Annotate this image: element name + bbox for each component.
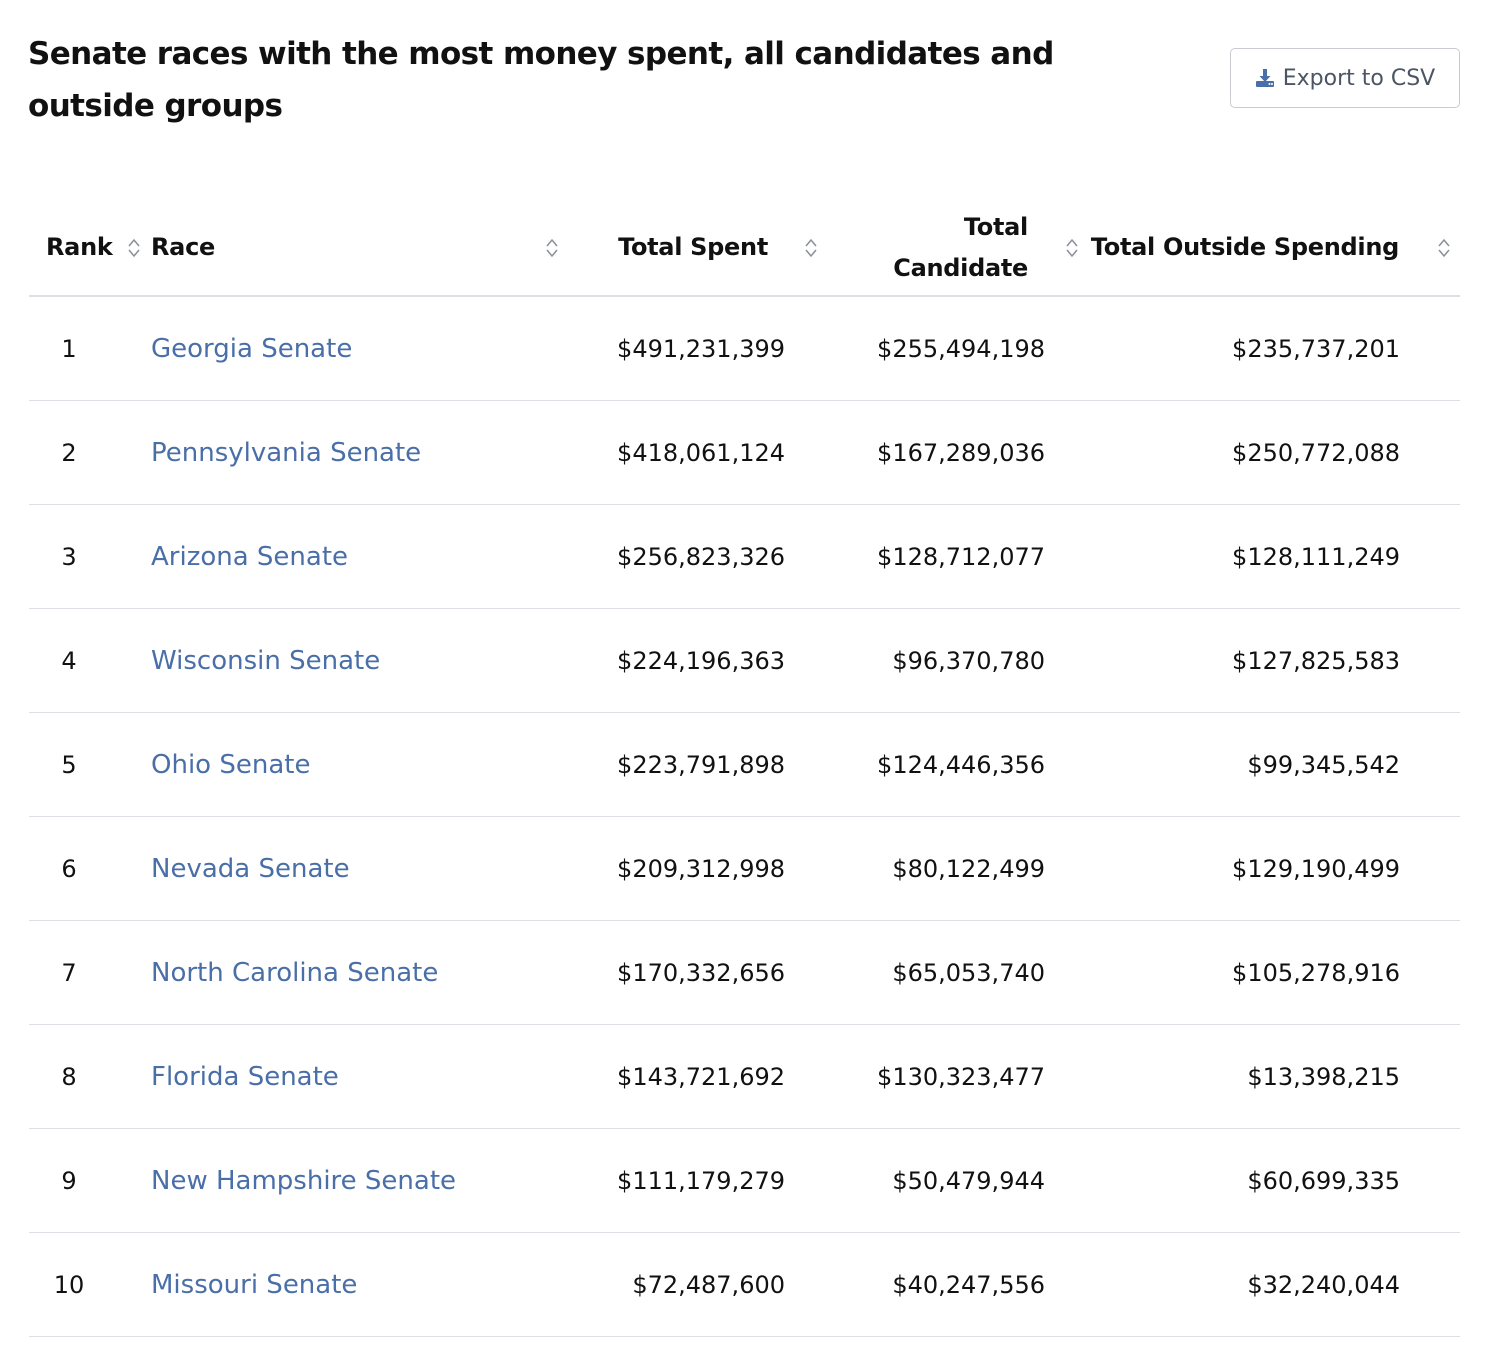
sort-icon[interactable] <box>1065 236 1079 260</box>
race-link[interactable]: Florida Senate <box>137 1062 339 1092</box>
senate-races-table: Rank Race Total Spent Total Candidate To… <box>29 200 1460 1337</box>
total-candidate-header-label: Total Candidate <box>893 207 1028 289</box>
total-outside-cell: $99,345,542 <box>1079 712 1460 817</box>
total-outside-cell: $32,240,044 <box>1079 1232 1460 1337</box>
total-spent-cell: $72,487,600 <box>560 1232 819 1337</box>
table-row: 6 Nevada Senate $209,312,998 $80,122,499… <box>29 816 1460 921</box>
total-outside-cell: $13,398,215 <box>1079 1024 1460 1129</box>
total-candidate-cell: $124,446,356 <box>819 712 1079 817</box>
download-icon <box>1255 68 1275 88</box>
total-candidate-cell: $255,494,198 <box>819 296 1079 401</box>
total-spent-cell: $224,196,363 <box>560 608 819 713</box>
total-outside-cell: $60,699,335 <box>1079 1128 1460 1233</box>
total-spent-header-label: Total Spent <box>618 233 768 261</box>
sort-icon[interactable] <box>1437 236 1451 260</box>
total-outside-cell: $129,190,499 <box>1079 816 1460 921</box>
total-candidate-column-header[interactable]: Total Candidate <box>819 200 1079 297</box>
total-candidate-cell: $167,289,036 <box>819 400 1079 505</box>
rank-cell: 4 <box>29 608 137 713</box>
race-cell: Ohio Senate <box>137 712 560 817</box>
table-row: 7 North Carolina Senate $170,332,656 $65… <box>29 920 1460 1025</box>
table-row: 1 Georgia Senate $491,231,399 $255,494,1… <box>29 296 1460 401</box>
race-cell: North Carolina Senate <box>137 920 560 1025</box>
total-candidate-cell: $130,323,477 <box>819 1024 1079 1129</box>
total-outside-cell: $235,737,201 <box>1079 296 1460 401</box>
total-spent-column-header[interactable]: Total Spent <box>560 200 819 297</box>
race-cell: Nevada Senate <box>137 816 560 921</box>
race-cell: Pennsylvania Senate <box>137 400 560 505</box>
total-spent-cell: $491,231,399 <box>560 296 819 401</box>
table-row: 5 Ohio Senate $223,791,898 $124,446,356 … <box>29 712 1460 817</box>
total-spent-cell: $170,332,656 <box>560 920 819 1025</box>
table-row: 4 Wisconsin Senate $224,196,363 $96,370,… <box>29 608 1460 713</box>
race-link[interactable]: Ohio Senate <box>137 750 310 780</box>
total-outside-cell: $128,111,249 <box>1079 504 1460 609</box>
total-candidate-cell: $40,247,556 <box>819 1232 1079 1337</box>
total-spent-cell: $418,061,124 <box>560 400 819 505</box>
race-link[interactable]: Missouri Senate <box>137 1270 357 1300</box>
race-cell: New Hampshire Senate <box>137 1128 560 1233</box>
race-cell: Arizona Senate <box>137 504 560 609</box>
total-candidate-header-line1: Total <box>963 212 1028 241</box>
table-row: 10 Missouri Senate $72,487,600 $40,247,5… <box>29 1232 1460 1337</box>
rank-cell: 3 <box>29 504 137 609</box>
table-header-row: Rank Race Total Spent Total Candidate To… <box>29 200 1460 297</box>
race-link[interactable]: Arizona Senate <box>137 542 348 572</box>
table-row: 9 New Hampshire Senate $111,179,279 $50,… <box>29 1128 1460 1233</box>
total-candidate-cell: $80,122,499 <box>819 816 1079 921</box>
page-title: Senate races with the most money spent, … <box>28 36 1054 124</box>
table-row: 8 Florida Senate $143,721,692 $130,323,4… <box>29 1024 1460 1129</box>
rank-cell: 5 <box>29 712 137 817</box>
total-outside-cell: $127,825,583 <box>1079 608 1460 713</box>
total-spent-cell: $223,791,898 <box>560 712 819 817</box>
table-row: 3 Arizona Senate $256,823,326 $128,712,0… <box>29 504 1460 609</box>
race-link[interactable]: Wisconsin Senate <box>137 646 380 676</box>
race-cell: Florida Senate <box>137 1024 560 1129</box>
rank-cell: 1 <box>29 296 137 401</box>
sort-icon[interactable] <box>545 236 559 260</box>
race-link[interactable]: Nevada Senate <box>137 854 350 884</box>
race-link[interactable]: North Carolina Senate <box>137 958 438 988</box>
total-spent-cell: $111,179,279 <box>560 1128 819 1233</box>
race-column-header[interactable]: Race <box>137 200 560 297</box>
race-cell: Wisconsin Senate <box>137 608 560 713</box>
total-candidate-cell: $65,053,740 <box>819 920 1079 1025</box>
race-cell: Georgia Senate <box>137 296 560 401</box>
sort-icon[interactable] <box>804 236 818 260</box>
race-link[interactable]: Pennsylvania Senate <box>137 438 421 468</box>
total-outside-cell: $250,772,088 <box>1079 400 1460 505</box>
total-spent-cell: $143,721,692 <box>560 1024 819 1129</box>
total-outside-column-header[interactable]: Total Outside Spending <box>1079 200 1460 297</box>
total-candidate-cell: $96,370,780 <box>819 608 1079 713</box>
export-csv-label: Export to CSV <box>1282 65 1436 91</box>
rank-cell: 8 <box>29 1024 137 1129</box>
total-candidate-header-line2: Candidate <box>893 253 1028 282</box>
rank-cell: 2 <box>29 400 137 505</box>
race-cell: Missouri Senate <box>137 1232 560 1337</box>
race-link[interactable]: New Hampshire Senate <box>137 1166 456 1196</box>
total-candidate-cell: $50,479,944 <box>819 1128 1079 1233</box>
rank-cell: 6 <box>29 816 137 921</box>
rank-cell: 9 <box>29 1128 137 1233</box>
race-header-label: Race <box>151 233 215 261</box>
rank-cell: 10 <box>29 1232 137 1337</box>
rank-header-label: Rank <box>46 233 113 261</box>
export-csv-button[interactable]: Export to CSV <box>1230 48 1460 108</box>
total-candidate-cell: $128,712,077 <box>819 504 1079 609</box>
total-outside-cell: $105,278,916 <box>1079 920 1460 1025</box>
table-row: 2 Pennsylvania Senate $418,061,124 $167,… <box>29 400 1460 505</box>
rank-column-header[interactable]: Rank <box>29 200 140 297</box>
total-spent-cell: $209,312,998 <box>560 816 819 921</box>
table-body: 1 Georgia Senate $491,231,399 $255,494,1… <box>29 296 1460 1337</box>
total-spent-cell: $256,823,326 <box>560 504 819 609</box>
rank-cell: 7 <box>29 920 137 1025</box>
total-outside-header-label: Total Outside Spending <box>1090 233 1399 261</box>
race-link[interactable]: Georgia Senate <box>137 334 352 364</box>
